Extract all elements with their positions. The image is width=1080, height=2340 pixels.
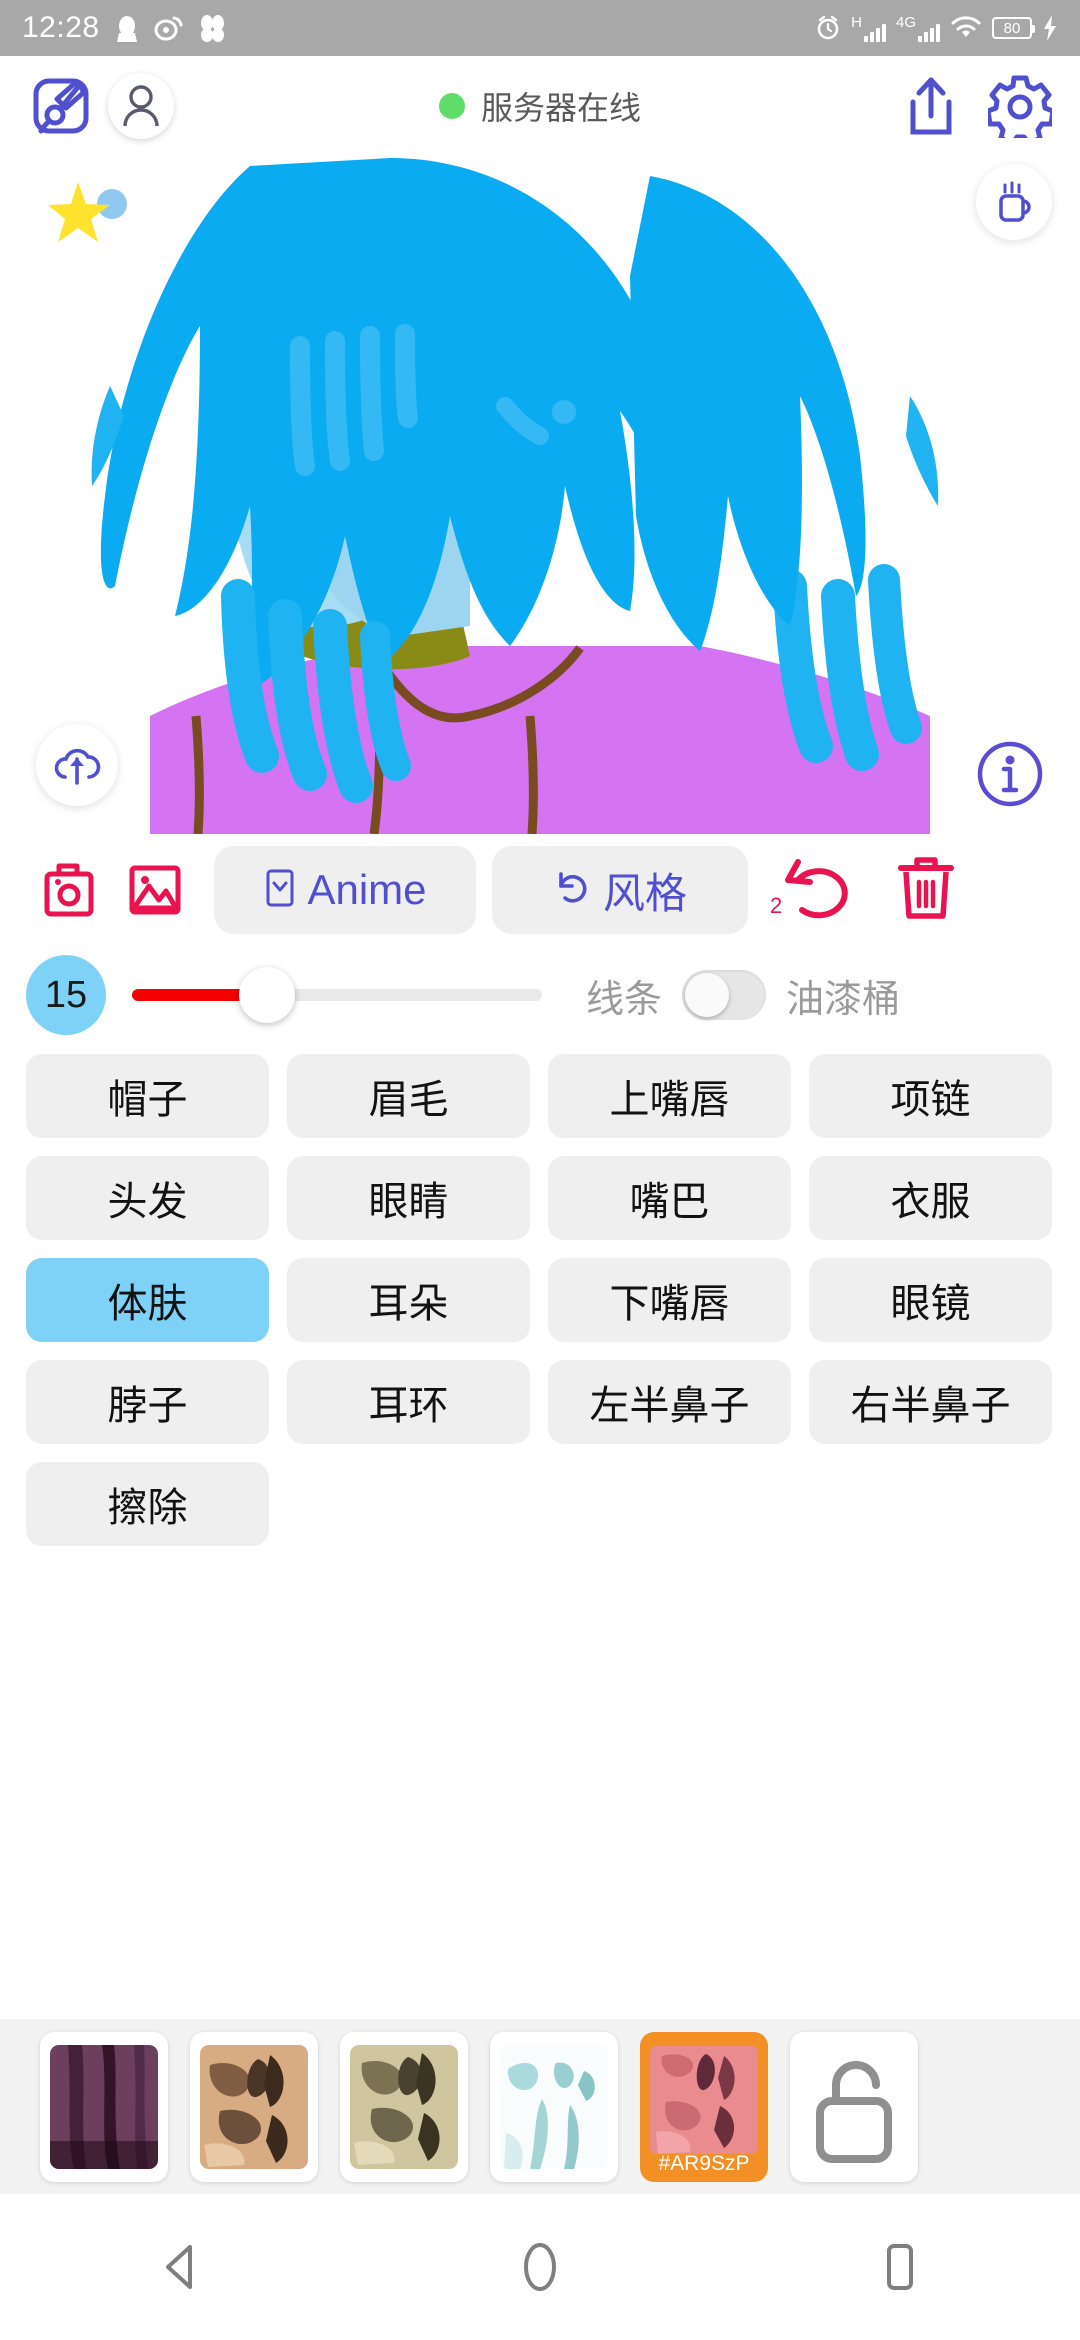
anime-style-button[interactable]: Anime xyxy=(214,846,476,934)
part-button-13[interactable]: 耳环 xyxy=(287,1360,530,1444)
texture-swatch-2 xyxy=(350,2044,458,2169)
part-button-9[interactable]: 耳朵 xyxy=(287,1258,530,1342)
star-badge-icon[interactable] xyxy=(46,176,142,257)
part-button-5[interactable]: 眼睛 xyxy=(287,1156,530,1240)
nav-recents-icon[interactable] xyxy=(840,2227,960,2307)
bucket-mode-label: 油漆桶 xyxy=(786,978,901,1021)
lock-icon xyxy=(800,2045,908,2169)
undo-arrow-icon xyxy=(776,852,852,929)
undo-button[interactable]: 2 xyxy=(764,852,864,929)
signal-4g-icon: 4G xyxy=(896,15,940,42)
app-icon xyxy=(198,14,228,42)
android-nav-bar xyxy=(0,2194,1080,2340)
texture-thumb-2[interactable] xyxy=(340,2031,468,2182)
brush-slider-row: 15 线条 油漆桶 xyxy=(0,946,1080,1044)
texture-thumb-0[interactable] xyxy=(40,2031,168,2182)
charging-bolt-icon xyxy=(1042,14,1058,42)
signal-4g-label: 4G xyxy=(895,13,916,31)
cloud-upload-icon[interactable] xyxy=(36,724,118,806)
nav-home-icon[interactable] xyxy=(480,2227,600,2307)
signal-h-icon: H xyxy=(851,15,886,42)
chevron-down-box-icon xyxy=(263,866,297,915)
texture-tag: #AR9SzP xyxy=(658,2151,750,2175)
server-status: 服务器在线 xyxy=(438,83,642,129)
brush-pen-icon[interactable] xyxy=(28,73,94,139)
weibo-icon xyxy=(154,14,184,42)
texture-thumb-3[interactable] xyxy=(490,2031,618,2182)
line-mode-label: 线条 xyxy=(586,978,663,1021)
app-bar-right xyxy=(900,74,1052,138)
status-bar: 12:28 H 4G 80 xyxy=(0,0,1080,56)
part-button-2[interactable]: 上嘴唇 xyxy=(548,1054,791,1138)
alarm-icon xyxy=(815,15,841,41)
texture-thumb-4[interactable]: #AR9SzP xyxy=(640,2031,768,2182)
texture-strip[interactable]: #AR9SzP xyxy=(0,2019,1080,2194)
share-upload-icon[interactable] xyxy=(900,74,962,138)
texture-swatch-0 xyxy=(50,2044,158,2169)
info-circle-icon[interactable] xyxy=(972,736,1048,812)
toggle-knob xyxy=(685,973,730,1017)
part-button-7[interactable]: 衣服 xyxy=(809,1156,1052,1240)
part-button-11[interactable]: 眼镜 xyxy=(809,1258,1052,1342)
status-time: 12:28 xyxy=(22,11,100,44)
coffee-mug-icon[interactable] xyxy=(976,164,1052,240)
status-bar-right: H 4G 80 xyxy=(815,14,1058,42)
trash-button[interactable] xyxy=(878,854,974,927)
status-online-dot xyxy=(438,93,465,119)
app-top-bar: 服务器在线 xyxy=(0,56,1080,156)
tool-row: Anime 风格 2 xyxy=(0,834,1080,946)
part-button-15[interactable]: 右半鼻子 xyxy=(809,1360,1052,1444)
brush-size-slider[interactable] xyxy=(132,967,542,1023)
slider-thumb[interactable] xyxy=(239,967,296,1023)
part-button-6[interactable]: 嘴巴 xyxy=(548,1156,791,1240)
part-button-0[interactable]: 帽子 xyxy=(26,1054,269,1138)
part-button-16[interactable]: 擦除 xyxy=(26,1462,269,1546)
user-avatar-icon[interactable] xyxy=(108,73,174,139)
texture-thumb-1[interactable] xyxy=(190,2031,318,2182)
part-button-3[interactable]: 项链 xyxy=(809,1054,1052,1138)
refresh-undo-icon xyxy=(553,868,593,913)
part-button-12[interactable]: 脖子 xyxy=(26,1360,269,1444)
drawing-canvas[interactable] xyxy=(0,156,1080,834)
part-selector-grid: 帽子 眉毛 上嘴唇 项链 头发 眼睛 嘴巴 衣服 体肤 耳朵 下嘴唇 眼镜 脖子… xyxy=(0,1044,1080,1546)
part-button-14[interactable]: 左半鼻子 xyxy=(548,1360,791,1444)
part-button-10[interactable]: 下嘴唇 xyxy=(548,1258,791,1342)
texture-thumb-5[interactable] xyxy=(790,2031,918,2182)
anime-label: Anime xyxy=(307,866,427,913)
style-label: 风格 xyxy=(602,869,687,917)
part-button-8[interactable]: 体肤 xyxy=(26,1258,269,1342)
undo-count-badge: 2 xyxy=(770,892,783,918)
canvas-artwork xyxy=(0,156,1080,834)
status-bar-left: 12:28 xyxy=(22,11,228,45)
qq-penguin-icon xyxy=(114,13,140,43)
style-button[interactable]: 风格 xyxy=(492,846,748,934)
trash-icon xyxy=(895,854,957,927)
image-gallery-icon[interactable] xyxy=(112,858,198,922)
texture-swatch-3 xyxy=(500,2044,608,2169)
wifi-icon xyxy=(950,15,982,41)
battery-icon: 80 xyxy=(992,17,1035,39)
texture-swatch-4 xyxy=(650,2045,758,2154)
server-status-label: 服务器在线 xyxy=(480,90,642,126)
gear-icon[interactable] xyxy=(988,74,1052,138)
part-button-1[interactable]: 眉毛 xyxy=(287,1054,530,1138)
fill-mode-toggle[interactable] xyxy=(682,970,767,1020)
texture-swatch-1 xyxy=(200,2044,308,2169)
signal-h-label: H xyxy=(851,13,862,31)
battery-level: 80 xyxy=(1003,19,1021,37)
brush-size-chip[interactable]: 15 xyxy=(26,955,106,1035)
nav-back-icon[interactable] xyxy=(120,2227,240,2307)
camera-icon[interactable] xyxy=(26,858,112,922)
part-button-4[interactable]: 头发 xyxy=(26,1156,269,1240)
